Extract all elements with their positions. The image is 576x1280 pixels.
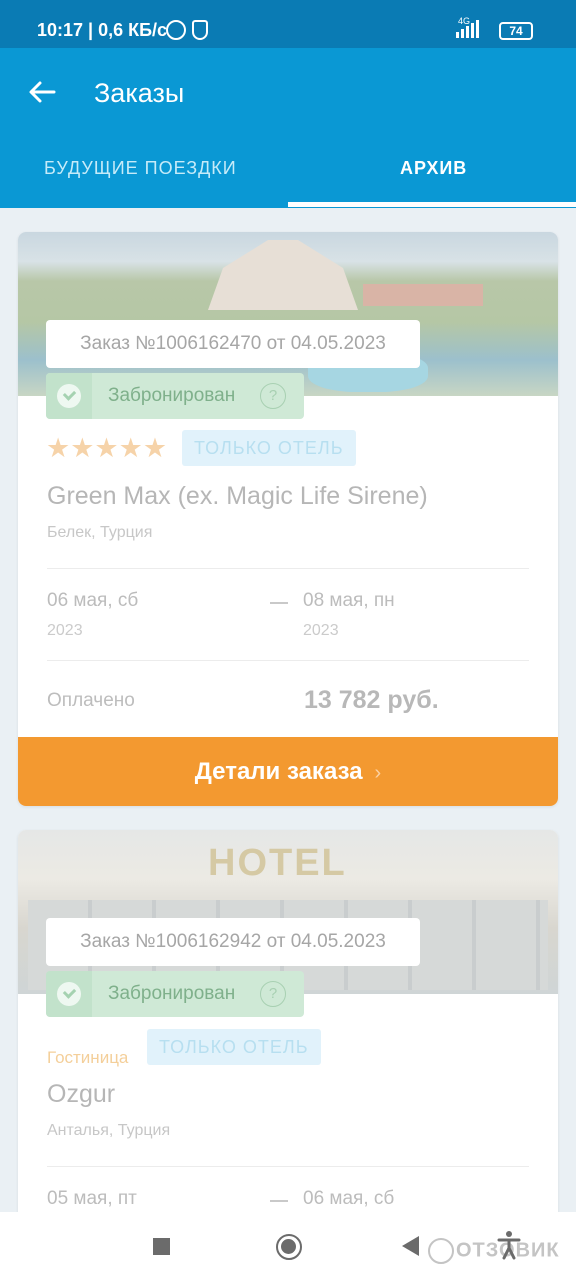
date-to: 08 мая, пн xyxy=(303,590,395,611)
paid-label: Оплачено xyxy=(47,690,135,711)
hotel-sign: HOTEL xyxy=(208,842,347,884)
date-to: 06 мая, сб xyxy=(303,1188,395,1209)
help-icon[interactable]: ? xyxy=(260,981,286,1007)
star-rating: ★★★★★ xyxy=(46,433,168,463)
shield-icon xyxy=(192,20,208,40)
date-dash xyxy=(270,1200,288,1202)
recents-icon[interactable] xyxy=(153,1238,170,1255)
tab-future-trips[interactable]: БУДУЩИЕ ПОЕЗДКИ xyxy=(44,158,237,179)
order-details-button[interactable]: Детали заказа › xyxy=(18,737,558,806)
price: 13 782 руб. xyxy=(304,686,439,714)
accessibility-icon[interactable] xyxy=(497,1230,521,1260)
alarm-icon xyxy=(166,20,186,40)
type-badge: ТОЛЬКО ОТЕЛЬ xyxy=(147,1029,321,1065)
hotel-category: Гостиница xyxy=(47,1048,129,1067)
year-from: 2023 xyxy=(47,622,83,639)
hotel-name: Ozgur xyxy=(47,1080,116,1108)
app-bar: Заказы БУДУЩИЕ ПОЕЗДКИ АРХИВ xyxy=(0,48,576,208)
network-type: 4G xyxy=(458,16,471,26)
order-number-label: Заказ №1006162470 от 04.05.2023 xyxy=(46,320,420,368)
system-nav-bar: ОТЗОВИК xyxy=(0,1212,576,1280)
order-details-label: Детали заказа xyxy=(194,758,363,785)
divider xyxy=(47,568,529,569)
status-badge: Забронирован ? xyxy=(46,373,304,419)
order-number-label: Заказ №1006162942 от 04.05.2023 xyxy=(46,918,420,966)
home-icon[interactable] xyxy=(276,1234,302,1260)
watermark-logo-icon xyxy=(428,1238,454,1264)
order-card[interactable]: Заказ №1006162470 от 04.05.2023 Забронир… xyxy=(18,232,558,806)
nav-back-icon[interactable] xyxy=(402,1236,419,1256)
status-label: Забронирован xyxy=(108,385,236,406)
status-time-speed: 10:17 | 0,6 КБ/с xyxy=(37,20,168,40)
signal-icon: 4G xyxy=(456,16,479,38)
hotel-location: Анталья, Турция xyxy=(47,1122,171,1139)
page-title: Заказы xyxy=(94,78,185,108)
date-dash xyxy=(270,602,288,604)
help-icon[interactable]: ? xyxy=(260,383,286,409)
divider xyxy=(47,1166,529,1167)
status-badge: Забронирован ? xyxy=(46,971,304,1017)
type-badge: ТОЛЬКО ОТЕЛЬ xyxy=(182,430,356,466)
date-from: 06 мая, сб xyxy=(47,590,139,611)
date-from: 05 мая, пт xyxy=(47,1188,137,1209)
tab-indicator xyxy=(288,202,576,207)
hotel-location: Белек, Турция xyxy=(47,524,153,541)
check-icon xyxy=(46,971,92,1017)
status-label: Забронирован xyxy=(108,983,236,1004)
year-to: 2023 xyxy=(303,622,339,639)
tab-archive[interactable]: АРХИВ xyxy=(400,158,467,179)
hotel-photo: HOTEL xyxy=(18,830,558,994)
status-bar: 10:17 | 0,6 КБ/с 4G 74 xyxy=(0,0,576,48)
status-icons xyxy=(166,20,208,40)
hotel-name: Green Max (ex. Magic Life Sirene) xyxy=(47,482,428,510)
arrow-back-icon[interactable] xyxy=(24,74,60,110)
check-icon xyxy=(46,373,92,419)
chevron-right-icon: › xyxy=(374,762,382,784)
divider xyxy=(47,660,529,661)
hotel-photo xyxy=(18,232,558,396)
order-card[interactable]: HOTEL Заказ №1006162942 от 04.05.2023 За… xyxy=(18,830,558,1250)
battery-icon: 74 xyxy=(499,22,533,40)
